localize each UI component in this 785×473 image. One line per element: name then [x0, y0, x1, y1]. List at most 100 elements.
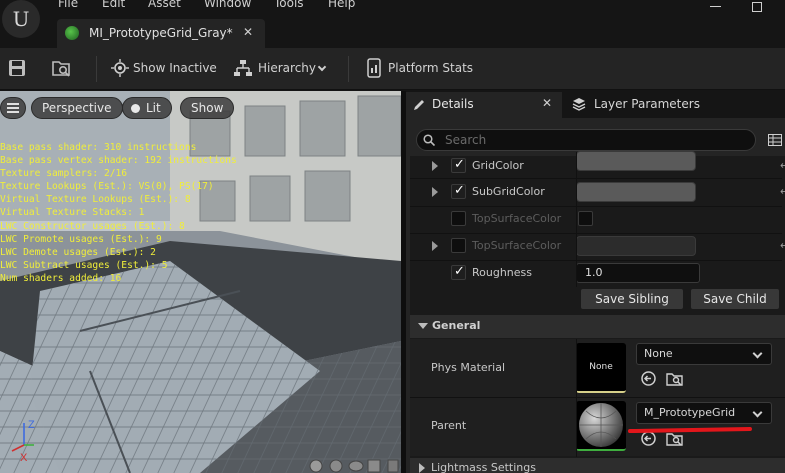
topsurfacecolor-checkbox[interactable]: [451, 211, 466, 226]
use-selected-arrow-icon[interactable]: [640, 370, 657, 387]
preview-viewport[interactable]: Perspective Lit Show Base pass shader: 3…: [0, 91, 401, 473]
preview-shape-toolbar[interactable]: [308, 458, 400, 473]
collapse-arrow-icon: [418, 323, 428, 329]
perspective-view-button[interactable]: Perspective: [31, 97, 123, 119]
search-input[interactable]: Search: [416, 129, 756, 151]
browse-to-asset-icon[interactable]: [666, 430, 683, 447]
minimize-window-button[interactable]: [710, 0, 722, 10]
roughness-value-input[interactable]: 1.0: [576, 263, 700, 283]
browse-asset-icon[interactable]: [51, 58, 71, 78]
material-sphere-icon: [579, 403, 623, 447]
lightmass-settings-label: Lightmass Settings: [431, 461, 536, 473]
platform-stats-icon: [367, 58, 381, 78]
topsurfacecolor-value-checkbox[interactable]: [578, 211, 593, 226]
topsurfacecolor-swatch[interactable]: [576, 236, 696, 256]
parameter-name: SubGridColor: [472, 185, 545, 198]
lightmass-section-header[interactable]: Lightmass Settings: [410, 458, 785, 473]
chevron-down-icon: [752, 407, 763, 418]
gridcolor-checkbox[interactable]: [451, 157, 466, 173]
column-splitter[interactable]: [576, 152, 577, 287]
parent-material-value: M_PrototypeGrid: [644, 406, 736, 419]
material-instance-icon: [65, 26, 79, 40]
menu-edit[interactable]: Edit: [102, 0, 125, 10]
toolbar-separator: [348, 56, 349, 82]
expand-arrow-icon: [419, 463, 425, 473]
axis-gizmo-icon: Z X: [11, 419, 35, 463]
tab-details[interactable]: Details ✕: [406, 92, 562, 118]
show-flags-button[interactable]: Show: [180, 97, 235, 119]
document-tab[interactable]: MI_PrototypeGrid_Gray* ✕: [57, 19, 265, 48]
subgridcolor-swatch[interactable]: [576, 182, 696, 202]
parent-label: Parent: [431, 419, 467, 432]
hierarchy-dropdown[interactable]: Hierarchy: [258, 61, 316, 75]
platform-stats-button[interactable]: Platform Stats: [388, 61, 473, 75]
show-inactive-button[interactable]: Show Inactive: [133, 61, 217, 75]
menu-help[interactable]: Help: [328, 0, 355, 10]
layers-icon: [572, 98, 586, 111]
hierarchy-icon: [234, 60, 252, 76]
chevron-down-icon: [752, 348, 763, 359]
parameter-name: Roughness: [472, 266, 533, 279]
parameter-row-gridcolor: GridColor ↩: [410, 151, 785, 180]
stat-line: LWC Promote usages (Est.): 9: [0, 233, 162, 245]
save-icon[interactable]: [7, 58, 27, 78]
details-panel: Search GridColor ↩ SubGridColor: [406, 118, 785, 473]
parameter-name: GridColor: [472, 159, 524, 172]
reset-arrow-icon[interactable]: ↩: [780, 239, 785, 252]
phys-material-thumbnail[interactable]: None: [576, 343, 626, 393]
stat-line: Virtual Texture Stacks: 1: [0, 207, 145, 219]
shader-stats-overlay: Base pass shader: 310 instructions Base …: [0, 141, 237, 285]
parameter-row-subgridcolor: SubGridColor ↩: [410, 179, 785, 206]
search-icon: [423, 134, 435, 146]
save-sibling-button[interactable]: Save Sibling: [580, 288, 684, 310]
menu-asset[interactable]: Asset: [148, 0, 181, 10]
expand-arrow-icon[interactable]: [432, 241, 438, 251]
menu-file[interactable]: File: [58, 0, 78, 10]
hamburger-menu-icon: [7, 103, 19, 113]
table-view-icon[interactable]: [768, 134, 782, 146]
menu-window[interactable]: Window: [204, 0, 251, 10]
phys-material-row: Phys Material None None: [410, 339, 785, 397]
parameter-row-topsurfacecolor-2: TopSurfaceColor ↩: [410, 233, 785, 260]
stat-line: Base pass vertex shader: 192 instruction…: [0, 155, 237, 167]
gridcolor-swatch[interactable]: [576, 151, 696, 171]
column-splitter[interactable]: [576, 339, 577, 457]
reset-arrow-icon[interactable]: ↩: [780, 185, 785, 198]
expand-arrow-icon[interactable]: [432, 161, 438, 171]
stat-line: LWC Subtract usages (Est.): 5: [0, 259, 168, 271]
lit-sphere-icon: [131, 103, 140, 113]
general-section-label: General: [432, 319, 481, 332]
phys-material-dropdown[interactable]: None: [636, 343, 772, 365]
lit-view-mode-button[interactable]: Lit: [122, 97, 172, 119]
parent-material-dropdown[interactable]: M_PrototypeGrid: [636, 402, 772, 424]
close-tab-icon[interactable]: ✕: [243, 25, 253, 39]
search-placeholder: Search: [445, 133, 487, 147]
browse-to-asset-icon[interactable]: [666, 370, 683, 387]
tab-details-label: Details: [432, 97, 474, 111]
subgridcolor-checkbox[interactable]: [451, 183, 466, 199]
parameter-name: TopSurfaceColor: [472, 239, 562, 252]
reset-arrow-icon[interactable]: ↩: [780, 159, 785, 172]
viewport-menu-button[interactable]: [0, 97, 26, 119]
general-section-header[interactable]: General: [410, 315, 785, 338]
menu-tools[interactable]: Tools: [274, 0, 304, 10]
maximize-window-button[interactable]: [752, 2, 762, 12]
stat-line: Base pass shader: 310 instructions: [0, 142, 197, 153]
menu-bar: File Edit Asset Window Tools Help: [0, 0, 785, 18]
tab-layer-parameters-label: Layer Parameters: [594, 97, 700, 111]
save-child-button[interactable]: Save Child: [690, 288, 780, 310]
stat-line: Virtual Texture Lookups (Est.): 8: [0, 194, 191, 206]
tab-layer-parameters[interactable]: Layer Parameters: [562, 92, 785, 118]
stat-line: Num shaders added: 16: [0, 272, 122, 284]
parameter-name: TopSurfaceColor: [472, 212, 562, 225]
pencil-icon: [414, 100, 424, 110]
stat-line: Texture samplers: 2/16: [0, 168, 128, 180]
topsurfacecolor-2-checkbox[interactable]: [451, 238, 466, 253]
unreal-logo-icon[interactable]: U: [2, 0, 40, 38]
stat-line: Texture Lookups (Est.): VS(0), PS(17): [0, 181, 214, 193]
parent-material-thumbnail[interactable]: [576, 401, 626, 451]
close-details-icon[interactable]: ✕: [542, 96, 552, 110]
roughness-checkbox[interactable]: [451, 264, 466, 280]
show-inactive-icon: [111, 59, 129, 77]
expand-arrow-icon[interactable]: [432, 187, 438, 197]
